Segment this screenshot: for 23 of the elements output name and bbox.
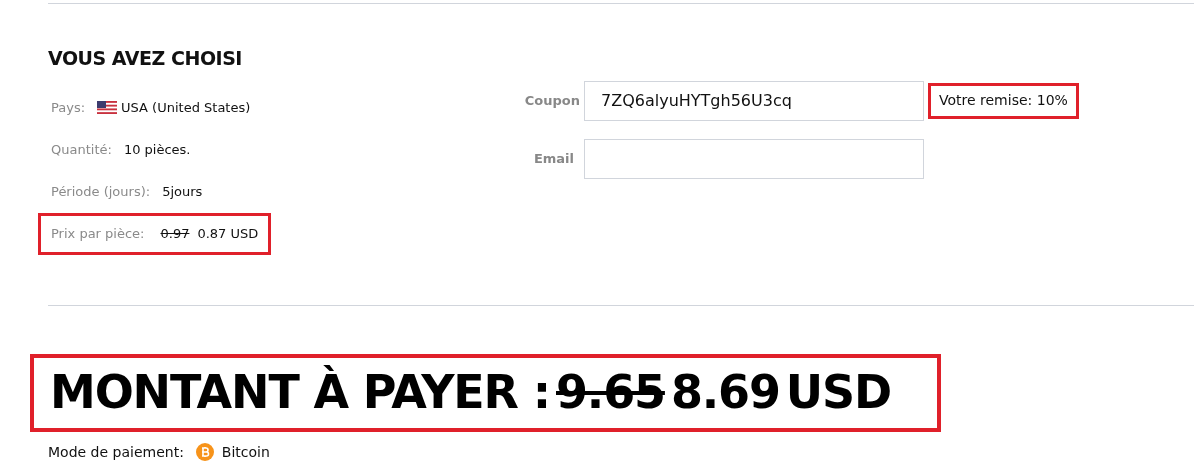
old-price: 0.97 — [160, 224, 190, 243]
detail-label: Quantité: — [51, 140, 112, 159]
field-label: Coupon — [523, 91, 581, 110]
payment-method: Bitcoin — [221, 442, 270, 462]
currency-label: USD — [785, 364, 892, 421]
total-label: MONTANT À PAYER : — [50, 364, 550, 421]
detail-label: Prix par pièce: — [51, 224, 145, 243]
payment-label: Mode de paiement: — [48, 442, 184, 462]
field-label: Email — [532, 149, 575, 168]
detail-value: 5jours — [162, 182, 203, 201]
detail-value: 0.87 USD — [197, 224, 259, 243]
discount-label: Votre remise: 10% — [928, 82, 1079, 119]
detail-value: 10 pièces. — [123, 140, 191, 159]
section-heading: VOUS AVEZ CHOISI — [48, 46, 242, 71]
old-total: 9.65 — [556, 364, 665, 421]
detail-label: Pays: — [51, 98, 86, 117]
bitcoin-icon — [195, 443, 214, 461]
flag-icon — [97, 101, 118, 114]
total-amount: 8.69 — [670, 364, 780, 421]
coupon-field[interactable]: 7ZQ6alyuHYTgh56U3cq — [584, 80, 924, 121]
detail-label: Période (jours): — [51, 182, 151, 201]
email-field[interactable] — [584, 138, 924, 179]
detail-value: USA (United States) — [121, 98, 251, 117]
